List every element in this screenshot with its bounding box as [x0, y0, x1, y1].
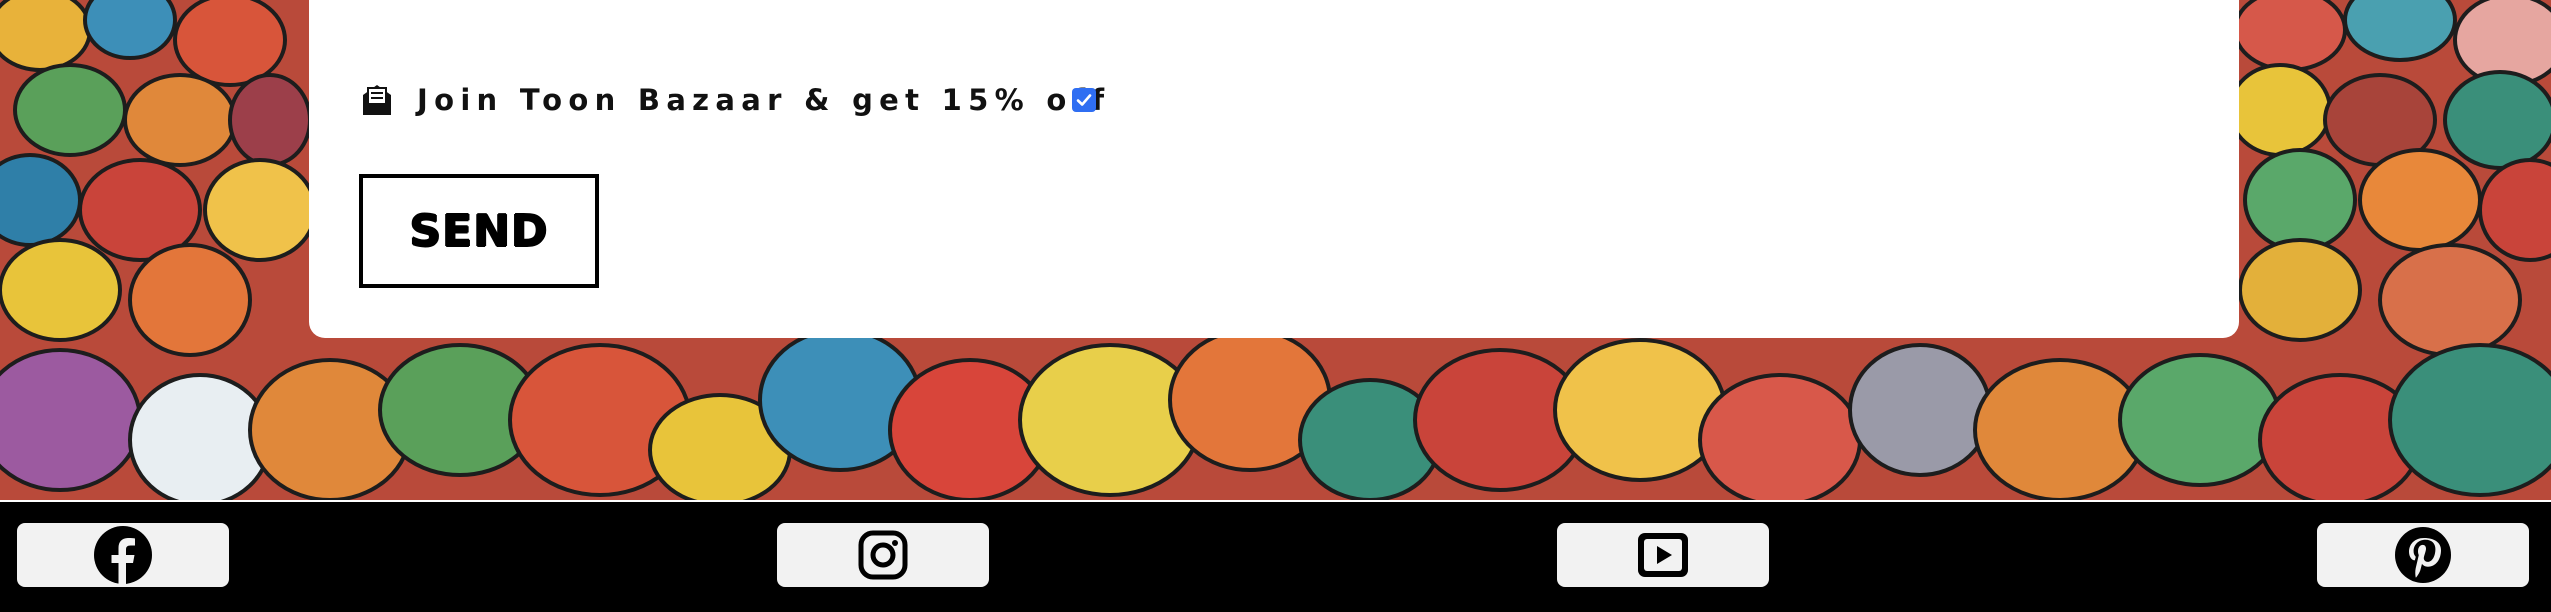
- youtube-button[interactable]: [1557, 523, 1769, 587]
- newsletter-form-card: Join Toon Bazaar & get 15% off SEND: [309, 0, 2239, 338]
- send-button[interactable]: SEND: [359, 174, 599, 288]
- envelope-icon: [359, 81, 395, 119]
- optin-checkbox[interactable]: [1072, 88, 1096, 112]
- pinterest-icon: [2395, 527, 2451, 583]
- optin-label: Join Toon Bazaar & get 15% off: [417, 83, 1111, 117]
- instagram-button[interactable]: [777, 523, 989, 587]
- optin-row: Join Toon Bazaar & get 15% off: [359, 78, 1110, 122]
- pinterest-button[interactable]: [2317, 523, 2529, 587]
- instagram-icon: [858, 530, 908, 580]
- footer-social-bar: [0, 500, 2551, 612]
- youtube-icon: [1638, 533, 1688, 577]
- facebook-icon: [94, 526, 152, 584]
- checkmark-icon: [1076, 94, 1092, 106]
- facebook-button[interactable]: [17, 523, 229, 587]
